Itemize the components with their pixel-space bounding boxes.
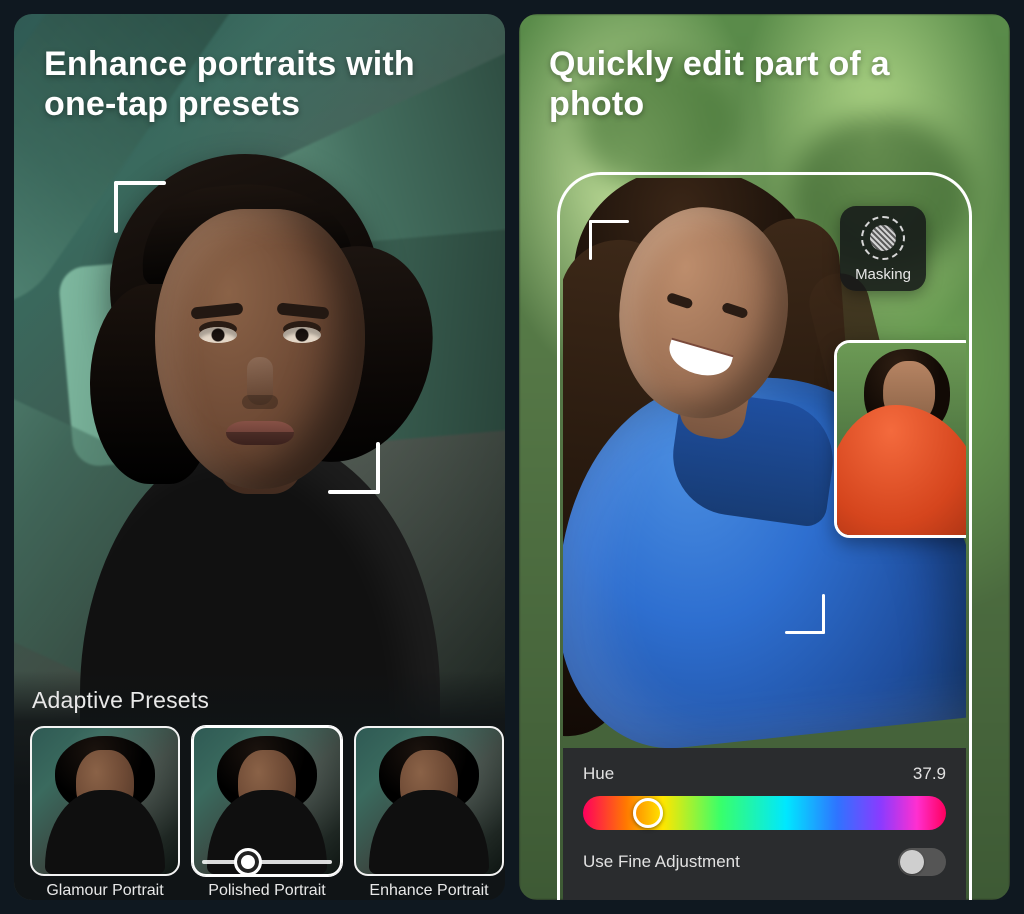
preset-label: Polished Portrait (192, 882, 342, 900)
masking-button[interactable]: Masking (840, 206, 926, 291)
preset-polished-portrait[interactable]: Polished Portrait (192, 726, 342, 900)
preset-label: Enhance Portrait (354, 882, 504, 900)
fine-adjustment-label: Use Fine Adjustment (583, 852, 740, 872)
headline-masking: Quickly edit part of a photo (549, 44, 980, 124)
face-focus-frame (114, 181, 380, 494)
hue-value: 37.9 (913, 764, 946, 784)
preset-glamour-portrait[interactable]: Glamour Portrait (30, 726, 180, 900)
headline-presets: Enhance portraits with one-tap presets (44, 44, 475, 124)
masking-icon (861, 216, 905, 260)
fine-adjustment-toggle[interactable] (898, 848, 946, 876)
adjustments-panel: Hue 37.9 Use Fine Adjustment (563, 748, 966, 900)
original-preview[interactable] (834, 340, 966, 538)
presets-title: Adaptive Presets (32, 687, 487, 714)
presets-bar: Adaptive Presets Glamour Portrait Polish… (14, 671, 505, 900)
preset-enhance-portrait[interactable]: Enhance Portrait (354, 726, 504, 900)
promo-panel-presets: Enhance portraits with one-tap presets A… (14, 14, 505, 900)
hue-slider-thumb[interactable] (633, 798, 663, 828)
promo-panel-masking: Quickly edit part of a photo (519, 14, 1010, 900)
preset-amount-slider[interactable] (202, 860, 332, 864)
hue-label: Hue (583, 764, 614, 784)
masking-button-label: Masking (848, 266, 918, 283)
subject-focus-frame (589, 220, 825, 634)
hue-slider[interactable] (583, 796, 946, 830)
preset-label: Glamour Portrait (30, 882, 180, 900)
tool-row (583, 890, 946, 900)
phone-frame: Masking Hue 37.9 Use Fine Adjustment (557, 172, 972, 900)
